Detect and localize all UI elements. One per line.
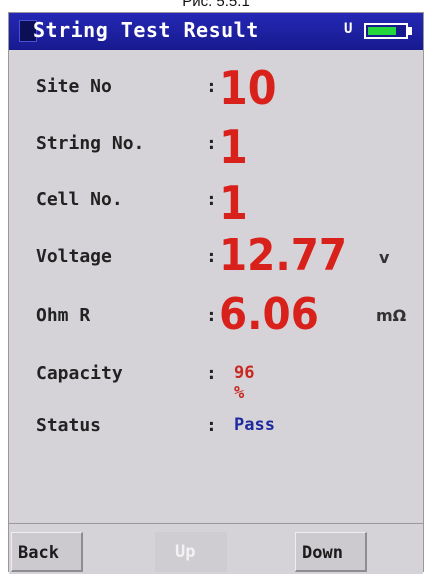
battery-icon (364, 23, 408, 39)
site-colon: : (206, 76, 217, 97)
up-button[interactable]: Up (155, 532, 227, 572)
status-label: Status (36, 415, 102, 436)
site-value: 10 (219, 61, 277, 115)
cell-value: 1 (219, 176, 248, 230)
voltage-colon: : (206, 246, 217, 267)
voltage-label: Voltage (36, 246, 112, 267)
voltage-unit: v (379, 248, 390, 267)
ohm-value: 6.06 (219, 289, 319, 340)
ohm-label: Ohm R (36, 305, 91, 326)
string-colon: : (206, 133, 217, 154)
site-label: Site No (36, 76, 112, 97)
status-colon: : (206, 415, 217, 436)
capacity-label: Capacity (36, 363, 123, 384)
cell-colon: : (206, 189, 217, 210)
string-label: String No. (36, 133, 145, 154)
battery-level (368, 27, 396, 35)
capacity-colon: : (206, 363, 217, 384)
usb-indicator-icon: U (344, 21, 353, 37)
cell-label: Cell No. (36, 189, 123, 210)
capacity-value: 96 % (234, 363, 255, 403)
battery-cap (408, 27, 412, 35)
figure-caption: Рис. 5.5.1 (182, 0, 250, 10)
status-value: Pass (234, 415, 275, 435)
screen-title: String Test Result (33, 18, 259, 42)
title-bar: String Test Result U (9, 13, 423, 50)
voltage-value: 12.77 (219, 230, 348, 281)
back-button[interactable]: Back (11, 532, 83, 572)
device-screen: String Test Result U Site No : 10 String… (8, 12, 424, 574)
down-button[interactable]: Down (295, 532, 367, 572)
ohm-unit: mΩ (376, 306, 407, 325)
string-value: 1 (219, 120, 248, 174)
softkey-bar: Back Up Down (9, 523, 423, 574)
ohm-colon: : (206, 305, 217, 326)
